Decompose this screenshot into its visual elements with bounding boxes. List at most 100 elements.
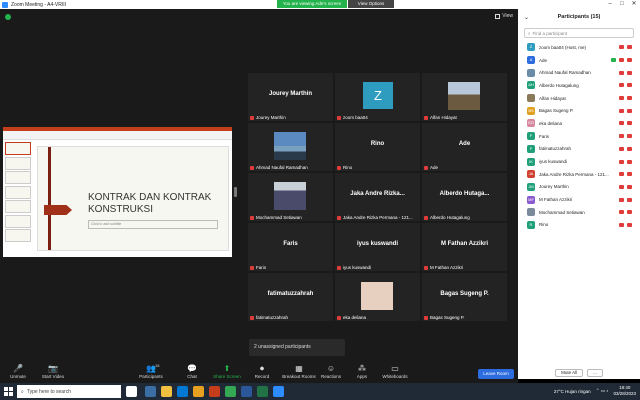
leave-room-button[interactable]: Leave Room [478, 369, 514, 379]
zoom-taskbar-icon[interactable] [273, 386, 284, 397]
camera-off-icon [627, 121, 632, 126]
toolbar-unmute-button[interactable]: 🎤 Unmute [3, 363, 33, 379]
muted-mic-icon [619, 184, 624, 189]
video-tile[interactable]: Jaka Andre Rizka... Jaka Andre Rizka Perm… [335, 173, 420, 221]
muted-mic-icon [337, 215, 341, 220]
toolbar-icon: ⁂ [358, 364, 366, 373]
participant-status [619, 134, 632, 139]
video-tile[interactable]: fatimatuzzahrah fatimatuzzahrah [248, 273, 333, 321]
taskbar-search-input[interactable]: ⌕ Type here to search [17, 385, 121, 398]
close-button[interactable]: ✕ [628, 0, 640, 9]
participant-row[interactable]: Ffatimatuzzahrah [518, 143, 640, 156]
minimize-button[interactable]: – [604, 0, 616, 9]
panel-header: ⌄ Participants (15) [518, 9, 640, 25]
slide-thumbnails [5, 142, 33, 254]
clock[interactable]: 18:40 03/28/2023 [613, 385, 636, 397]
tile-center-name: Alberdo Hutaga... [439, 191, 490, 197]
tray-icons[interactable]: ⌃ ▭ ♪ [596, 388, 609, 394]
security-shield-icon[interactable] [5, 14, 11, 20]
powerpoint-icon[interactable] [209, 386, 220, 397]
participant-row[interactable]: ED eka deliana [518, 117, 640, 130]
mute-all-button[interactable]: Mute All [555, 369, 584, 377]
video-tile[interactable]: Alberdo Hutaga... Alberdo Hutagalung [422, 173, 507, 221]
participant-row[interactable]: Zzoom baa04 (Host, me) [518, 41, 640, 54]
collapse-panel-icon[interactable]: ⌄ [524, 14, 529, 21]
meeting-toolbar: 🎤 Unmute 📷 Start Video 👥 Participants 15 💬 Chat ⬆… [0, 361, 518, 383]
participant-row[interactable]: BS Bagas Sugeng P. [518, 104, 640, 117]
muted-mic-icon [337, 265, 341, 270]
toolbar-record-button[interactable]: ⏺ Record [247, 363, 277, 379]
muted-mic-icon [250, 265, 254, 270]
unassigned-participants[interactable]: 2 unassigned participants [249, 339, 345, 356]
video-tile[interactable]: Ahmad Naufal Ramadhan [248, 123, 333, 171]
weather-text[interactable]: 27°C Hujan ringan [554, 389, 591, 394]
participant-row[interactable]: AH Alberdo Hutagalung [518, 79, 640, 92]
participant-row[interactable]: R Rino [518, 219, 640, 232]
video-tile[interactable]: Mochammad Setiawan [248, 173, 333, 221]
shared-screen[interactable]: KONTRAK DAN KONTRAK KONSTRUKSI Click to … [3, 127, 232, 257]
toolbar-whiteboards-button[interactable]: ▭ Whiteboards [380, 363, 410, 379]
toolbar-breakout-rooms-button[interactable]: ▦ Breakout Rooms [281, 363, 317, 379]
video-tile[interactable]: Zzoom baa04 [335, 73, 420, 121]
tile-center-name: Jourey Marthin [268, 91, 312, 97]
participant-status [619, 45, 632, 50]
video-tile[interactable]: Bagas Sugeng P. Bagas Sugeng P. [422, 273, 507, 321]
participant-row[interactable]: A Ade [518, 54, 640, 67]
maximize-button[interactable]: □ [616, 0, 628, 9]
participant-status [619, 70, 632, 75]
muted-mic-icon [619, 172, 624, 177]
word-icon[interactable] [241, 386, 252, 397]
participant-row[interactable]: Mochammad Setiawan [518, 206, 640, 219]
participant-name: zoom baa04 (Host, me) [539, 44, 587, 50]
system-tray: 27°C Hujan ringan ⌃ ▭ ♪ 18:40 03/28/2023 [554, 385, 636, 397]
tile-label: iyus kuswandi [337, 265, 371, 270]
video-tile[interactable]: Ade Ade [422, 123, 507, 171]
tile-center-name: Ade [458, 141, 471, 147]
participant-row[interactable]: JM Jourey Marthin [518, 181, 640, 194]
video-tile[interactable]: Rino Rino [335, 123, 420, 171]
video-tile[interactable]: Alfan Hidayat [422, 73, 507, 121]
explorer-folder-icon[interactable] [193, 386, 204, 397]
camera-off-icon [627, 134, 632, 139]
participant-avatar: R [527, 220, 535, 229]
participant-name: Jourey Marthin [539, 184, 569, 190]
toolbar-apps-button[interactable]: ⁂ Apps [347, 363, 377, 379]
windows-start-icon[interactable] [4, 387, 13, 396]
muted-mic-icon [619, 83, 624, 88]
participant-row[interactable]: IK iyus kuswandi [518, 155, 640, 168]
view-options-button[interactable]: View Options [348, 0, 394, 8]
bing-icon[interactable] [126, 386, 137, 397]
muted-mic-icon [424, 215, 428, 220]
participant-search-input[interactable]: ⌕ Find a participant [524, 28, 634, 38]
file-explorer-icon[interactable] [161, 386, 172, 397]
chrome-icon[interactable] [225, 386, 236, 397]
muted-mic-icon [424, 115, 428, 120]
participant-row[interactable]: JA Jaka Andre Rizka Permana - 121... [518, 168, 640, 181]
video-tile[interactable]: M Fathan Azzikri M Fathan Azzikri [422, 223, 507, 271]
participant-row[interactable]: F Faris [518, 130, 640, 143]
tile-label: Faris [250, 265, 266, 270]
participant-avatar: F [527, 144, 535, 153]
toolbar-icon: ⬆ [223, 364, 231, 373]
toolbar-start-video-button[interactable]: 📷 Start Video [38, 363, 68, 379]
excel-icon[interactable] [257, 386, 268, 397]
participant-row[interactable]: Ahmad Naufal Ramadhan [518, 66, 640, 79]
tile-label: Alberdo Hutagalung [424, 215, 470, 220]
tile-label: Ahmad Naufal Ramadhan [250, 165, 308, 170]
participant-row[interactable]: Alfan Hidayat [518, 92, 640, 105]
video-tile[interactable]: Faris Faris [248, 223, 333, 271]
task-view-icon[interactable] [145, 386, 156, 397]
participant-name: Bagas Sugeng P. [539, 108, 574, 114]
toolbar-share-screen-button[interactable]: ⬆ Share Screen [212, 363, 242, 379]
video-tile[interactable]: Jourey Marthin Jourey Marthin [248, 73, 333, 121]
toolbar-chat-button[interactable]: 💬 Chat [177, 363, 207, 379]
toolbar-participants-button[interactable]: 👥 Participants 15 [136, 363, 166, 379]
participant-row[interactable]: MF M Fathan Azzikri [518, 193, 640, 206]
view-button[interactable]: View [495, 13, 513, 19]
edge-icon[interactable] [177, 386, 188, 397]
more-options-button[interactable]: ... [587, 369, 603, 377]
toolbar-reactions-button[interactable]: ☺ Reactions [316, 363, 346, 379]
video-tile[interactable]: iyus kuswandi iyus kuswandi [335, 223, 420, 271]
video-tile[interactable]: eka deliana [335, 273, 420, 321]
split-divider-handle[interactable] [234, 187, 237, 197]
